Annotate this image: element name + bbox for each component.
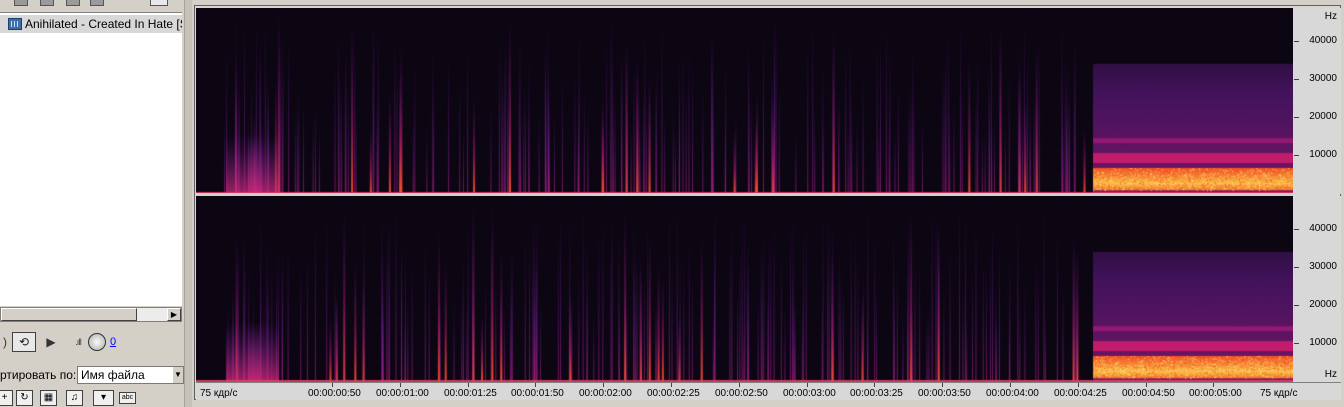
freq-label: 20000 <box>1309 299 1337 310</box>
volume-knob[interactable] <box>88 333 106 351</box>
frequency-axis-bottom: 40000 30000 20000 10000 Hz <box>1294 196 1341 382</box>
frame-rate-right: 75 кдр/с <box>1260 388 1298 399</box>
time-tick <box>400 383 401 387</box>
freq-label: 40000 <box>1309 223 1337 234</box>
time-tick <box>1213 383 1214 387</box>
freq-tick <box>1294 41 1299 42</box>
volume-level-icon: .ıIl <box>75 337 82 347</box>
time-tick <box>942 383 943 387</box>
freq-unit-bottom: Hz <box>1324 369 1337 380</box>
time-label: 00:00:04:00 <box>986 388 1039 399</box>
time-tick <box>1146 383 1147 387</box>
file-browser-panel: Anihilated - Created In Hate [Side ▶ ) ⟲… <box>0 0 184 407</box>
freq-tick <box>1294 229 1299 230</box>
view-toggle-icon[interactable] <box>150 0 168 6</box>
sort-label: ртировать по: <box>0 368 77 382</box>
spectrogram-canvas-top <box>196 8 1293 194</box>
time-label: 00:00:02:25 <box>647 388 700 399</box>
add-icon[interactable]: + <box>0 390 13 406</box>
info-icon[interactable] <box>90 0 104 6</box>
repeat-button[interactable]: ⟲ <box>12 332 36 352</box>
scroll-right-arrow-icon[interactable]: ▶ <box>167 308 181 321</box>
horizontal-scrollbar[interactable]: ▶ <box>0 307 182 322</box>
time-tick <box>1078 383 1079 387</box>
time-tick <box>739 383 740 387</box>
frequency-axis-top: Hz 40000 30000 20000 10000 <box>1294 8 1341 194</box>
time-label: 00:00:01:50 <box>511 388 564 399</box>
time-label: 00:00:02:00 <box>579 388 632 399</box>
freq-tick <box>1294 305 1299 306</box>
properties-icon[interactable] <box>66 0 80 6</box>
freq-tick <box>1294 343 1299 344</box>
freq-label: 10000 <box>1309 337 1337 348</box>
video-icon[interactable]: ▦ <box>40 390 57 406</box>
transport-controls: ) ⟲ ▶ .ıIl 0 <box>0 330 182 354</box>
freq-tick <box>1294 155 1299 156</box>
freq-label: 20000 <box>1309 111 1337 122</box>
panel-splitter[interactable] <box>184 0 192 407</box>
file-name: Anihilated - Created In Hate [Side <box>25 17 182 31</box>
time-tick <box>468 383 469 387</box>
freq-tick <box>1294 79 1299 80</box>
freq-label: 40000 <box>1309 35 1337 46</box>
time-tick <box>535 383 536 387</box>
refresh-icon[interactable]: ↻ <box>16 390 33 406</box>
time-tick <box>332 383 333 387</box>
time-label: 00:00:02:50 <box>715 388 768 399</box>
chevron-down-icon[interactable]: ▼ <box>173 367 183 383</box>
time-axis[interactable]: 75 кдр/с 75 кдр/с 00:00:00:50 00:00:01:00… <box>196 382 1341 400</box>
frame-rate-left: 75 кдр/с <box>200 388 238 399</box>
spectrogram-view: Hz 40000 30000 20000 10000 40000 30000 2… <box>193 0 1344 407</box>
time-label: 00:00:03:00 <box>783 388 836 399</box>
play-icon[interactable]: ▶ <box>44 332 58 352</box>
freq-unit-top: Hz <box>1324 11 1337 22</box>
time-tick <box>1010 383 1011 387</box>
volume-value[interactable]: 0 <box>109 332 117 352</box>
freq-tick <box>1294 117 1299 118</box>
time-label: 00:00:00:50 <box>308 388 361 399</box>
top-toolbar <box>0 0 184 8</box>
time-label: 00:00:03:50 <box>918 388 971 399</box>
time-label: 00:00:05:00 <box>1189 388 1242 399</box>
sort-select[interactable]: Имя файла ▼ <box>77 366 184 384</box>
sort-row: ртировать по: Имя файла ▼ <box>0 365 184 385</box>
time-label: 00:00:01:25 <box>444 388 497 399</box>
bottom-toolbar: + ↻ ▦ ♫ ▾ abc <box>0 389 184 407</box>
audio-icon[interactable]: ♫ <box>66 390 83 406</box>
time-label: 00:00:04:25 <box>1054 388 1107 399</box>
time-tick <box>874 383 875 387</box>
freq-label: 30000 <box>1309 73 1337 84</box>
scrollbar-thumb[interactable] <box>1 308 137 321</box>
media-file-icon <box>8 18 22 30</box>
time-label: 00:00:01:00 <box>376 388 429 399</box>
spectrogram-frame: Hz 40000 30000 20000 10000 40000 30000 2… <box>194 5 1341 400</box>
spectrogram-channel-bottom[interactable] <box>196 196 1293 382</box>
view-filter-icon[interactable]: ▾ <box>93 390 114 406</box>
burn-icon[interactable] <box>40 0 54 6</box>
time-tick <box>807 383 808 387</box>
app-window: Anihilated - Created In Hate [Side ▶ ) ⟲… <box>0 0 1344 407</box>
cut-icon[interactable] <box>14 0 28 6</box>
list-item[interactable]: Anihilated - Created In Hate [Side <box>0 15 182 33</box>
sort-select-value: Имя файла <box>81 368 145 382</box>
time-label: 00:00:03:25 <box>850 388 903 399</box>
speaker-icon[interactable]: ) <box>0 332 10 352</box>
time-label: 00:00:04:50 <box>1122 388 1175 399</box>
freq-label: 30000 <box>1309 261 1337 272</box>
spectrogram-canvas-bottom <box>196 196 1293 382</box>
freq-label: 10000 <box>1309 149 1337 160</box>
freq-tick <box>1294 267 1299 268</box>
time-tick <box>671 383 672 387</box>
time-tick <box>603 383 604 387</box>
file-list[interactable]: Anihilated - Created In Hate [Side <box>0 12 182 306</box>
spectrogram-channel-top[interactable] <box>196 8 1293 194</box>
text-label-icon[interactable]: abc <box>119 392 136 404</box>
